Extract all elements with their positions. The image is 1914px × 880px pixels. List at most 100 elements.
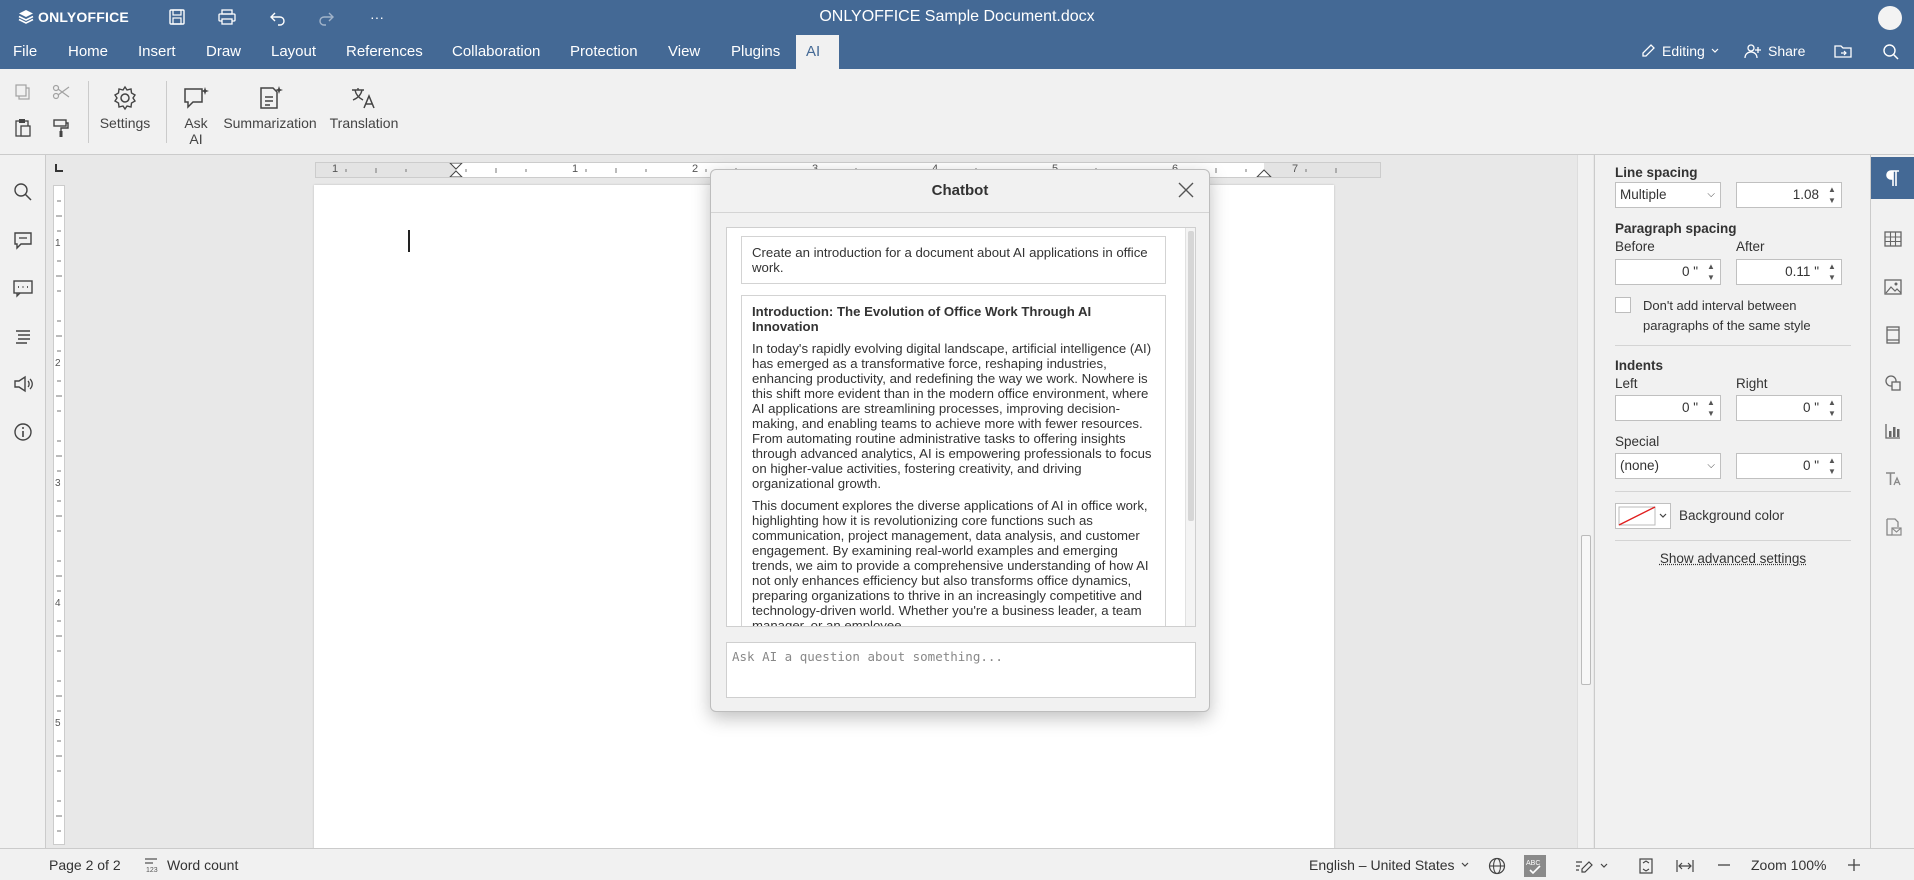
- word-count-button[interactable]: 123 Word count: [143, 857, 238, 873]
- tab-view[interactable]: View: [658, 35, 710, 69]
- spinner-arrows-icon[interactable]: ▲ ▼: [1826, 397, 1838, 419]
- chat-icon[interactable]: [11, 276, 35, 300]
- spacing-before-input[interactable]: 0 " ▲ ▼: [1615, 259, 1721, 285]
- open-location-icon[interactable]: [1834, 43, 1852, 59]
- indent-right-input[interactable]: 0 " ▲ ▼: [1736, 395, 1842, 421]
- undo-icon[interactable]: [266, 6, 290, 28]
- summarization-button[interactable]: Summarization: [223, 83, 317, 131]
- text-art-settings-icon[interactable]: [1881, 467, 1905, 491]
- tab-stop-selector-icon[interactable]: [53, 161, 65, 173]
- toolbar-divider: [88, 81, 89, 143]
- scrollbar-thumb[interactable]: [1581, 535, 1591, 685]
- no-color-swatch-icon: [1618, 506, 1667, 526]
- spinner-arrows-icon[interactable]: ▲ ▼: [1826, 261, 1838, 283]
- show-advanced-settings-link[interactable]: Show advanced settings: [1615, 551, 1851, 566]
- status-bar: Page 2 of 2 123 Word count English – Uni…: [0, 848, 1914, 880]
- save-icon[interactable]: [165, 6, 189, 28]
- tab-protection[interactable]: Protection: [560, 35, 648, 69]
- line-spacing-value-input[interactable]: 1.08 ▲ ▼: [1736, 182, 1842, 208]
- chat-history[interactable]: Create an introduction for a document ab…: [726, 227, 1196, 627]
- fit-page-icon[interactable]: [1637, 857, 1655, 875]
- tab-layout[interactable]: Layout: [261, 35, 326, 69]
- right-settings-bar: [1870, 155, 1914, 848]
- chatbot-dialog: Chatbot Create an introduction for a doc…: [710, 169, 1210, 712]
- spinner-arrows-icon[interactable]: ▲ ▼: [1826, 455, 1838, 477]
- pencil-icon: [1642, 44, 1655, 57]
- copy-icon[interactable]: [14, 83, 32, 104]
- line-spacing-type-select[interactable]: Multiple ⌵: [1615, 182, 1721, 208]
- shape-settings-icon[interactable]: [1881, 371, 1905, 395]
- translation-button[interactable]: Translation: [326, 83, 402, 131]
- more-icon[interactable]: ···: [365, 6, 389, 28]
- format-painter-icon[interactable]: [52, 118, 70, 141]
- tab-file[interactable]: File: [3, 35, 47, 69]
- spinner-arrows-icon[interactable]: ▲ ▼: [1705, 397, 1717, 419]
- special-indent-input[interactable]: 0 " ▲ ▼: [1736, 453, 1842, 479]
- ask-ai-label-1: Ask: [184, 115, 208, 131]
- ask-ai-button[interactable]: Ask AI: [178, 83, 214, 147]
- tab-insert[interactable]: Insert: [128, 35, 186, 69]
- info-icon[interactable]: [11, 420, 35, 444]
- paste-icon[interactable]: [14, 118, 32, 141]
- zoom-in-icon[interactable]: [1846, 857, 1862, 873]
- chat-scrollbar[interactable]: [1185, 228, 1195, 626]
- special-indent-select[interactable]: (none) ⌵: [1615, 453, 1721, 479]
- svg-text:123: 123: [146, 867, 158, 873]
- ruler-number: 2: [692, 163, 699, 175]
- app-logo: ONLYOFFICE: [18, 9, 129, 25]
- after-label: After: [1736, 239, 1765, 254]
- tab-plugins[interactable]: Plugins: [721, 35, 790, 69]
- user-avatar[interactable]: [1878, 6, 1902, 30]
- zoom-out-icon[interactable]: [1716, 857, 1732, 873]
- chat-scrollbar-thumb[interactable]: [1188, 231, 1194, 521]
- track-changes-icon[interactable]: [1574, 857, 1608, 875]
- cut-icon[interactable]: [52, 83, 70, 104]
- globe-language-icon[interactable]: [1488, 857, 1506, 875]
- spinner-arrows-icon[interactable]: ▲ ▼: [1826, 184, 1838, 206]
- special-indent-type: (none): [1620, 458, 1660, 473]
- spell-check-icon[interactable]: ABC: [1524, 855, 1546, 877]
- ask-ai-input[interactable]: [726, 642, 1196, 698]
- indent-left-label: Left: [1615, 376, 1638, 391]
- indent-left-input[interactable]: 0 " ▲ ▼: [1615, 395, 1721, 421]
- indent-left-value: 0 ": [1681, 400, 1698, 415]
- image-settings-icon[interactable]: [1881, 275, 1905, 299]
- close-icon[interactable]: [1177, 181, 1195, 199]
- language-select[interactable]: English – United States: [1309, 857, 1469, 873]
- line-spacing-label: Line spacing: [1615, 165, 1698, 180]
- editing-mode-button[interactable]: Editing: [1640, 43, 1719, 59]
- spinner-arrows-icon[interactable]: ▲ ▼: [1705, 261, 1717, 283]
- page-info[interactable]: Page 2 of 2: [49, 857, 121, 873]
- document-scrollbar[interactable]: [1577, 155, 1593, 848]
- comments-icon[interactable]: [11, 228, 35, 252]
- paragraph-settings-icon[interactable]: [1871, 157, 1914, 199]
- header-footer-settings-icon[interactable]: [1881, 323, 1905, 347]
- tab-references[interactable]: References: [336, 35, 433, 69]
- tab-home[interactable]: Home: [58, 35, 118, 69]
- dont-add-interval-checkbox[interactable]: [1615, 297, 1631, 313]
- toolbar: Settings Ask AI Summarization Translatio…: [0, 69, 1914, 155]
- chart-settings-icon[interactable]: [1881, 419, 1905, 443]
- ai-message-heading: Introduction: The Evolution of Office Wo…: [752, 304, 1092, 334]
- fit-width-icon[interactable]: [1675, 857, 1695, 875]
- speaker-icon[interactable]: [11, 372, 35, 396]
- gear-icon: [110, 83, 140, 113]
- mail-merge-settings-icon[interactable]: [1881, 515, 1905, 539]
- zoom-level[interactable]: Zoom 100%: [1751, 857, 1826, 873]
- print-icon[interactable]: [215, 6, 239, 28]
- spacing-after-input[interactable]: 0.11 " ▲ ▼: [1736, 259, 1842, 285]
- settings-button[interactable]: Settings: [100, 83, 150, 131]
- table-settings-icon[interactable]: [1881, 227, 1905, 251]
- background-color-picker[interactable]: [1615, 503, 1671, 529]
- tab-draw[interactable]: Draw: [196, 35, 251, 69]
- share-button[interactable]: Share: [1744, 43, 1805, 59]
- sidebar-search-icon[interactable]: [11, 180, 35, 204]
- menu-bar: File Home Insert Draw Layout References …: [0, 35, 1914, 69]
- search-icon[interactable]: [1882, 43, 1900, 61]
- redo-icon[interactable]: [314, 6, 338, 28]
- toolbar-divider: [166, 81, 167, 143]
- vertical-ruler[interactable]: 1 2 3 4 5: [53, 185, 65, 845]
- tab-ai[interactable]: AI: [796, 35, 839, 69]
- tab-collaboration[interactable]: Collaboration: [442, 35, 550, 69]
- navigation-icon[interactable]: [11, 324, 35, 348]
